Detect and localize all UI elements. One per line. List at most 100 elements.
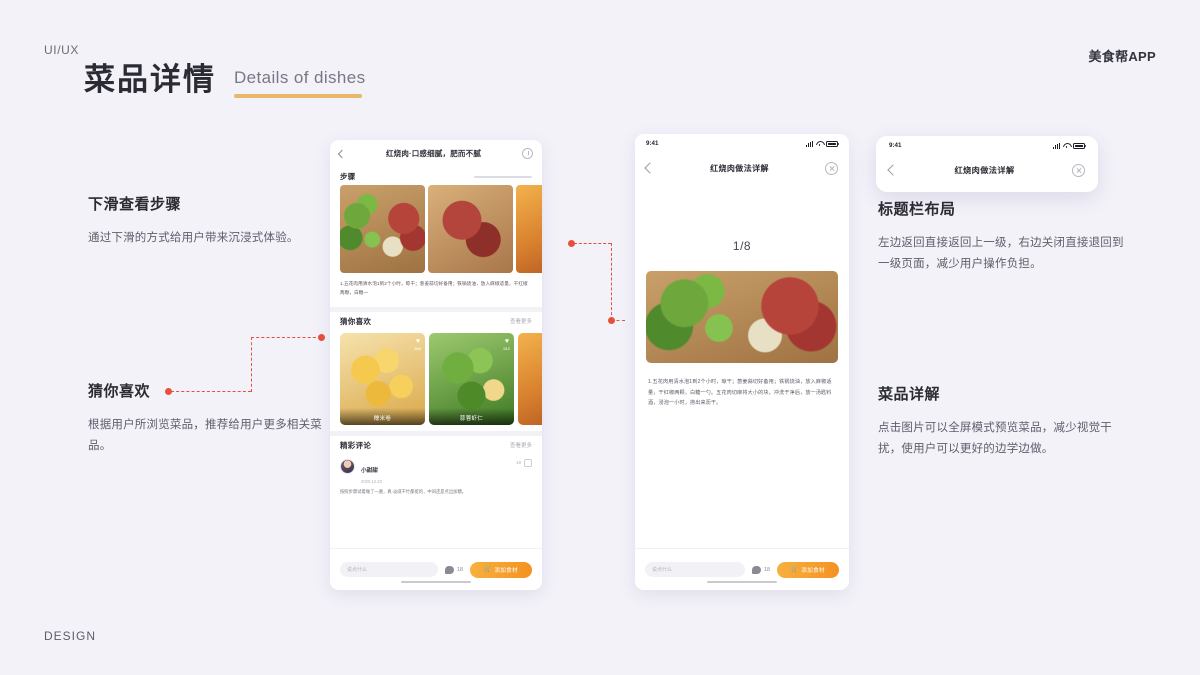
step-counter: 1/8 xyxy=(732,239,752,253)
phone-mockup-list: 红烧肉·口感细腻，肥而不腻 步骤 1.五花肉用清水泡1到2个小时，晾干；葱姜蒜切… xyxy=(330,140,542,590)
comment-count: 18 xyxy=(764,566,770,573)
titlebar-detail-card: 9:41 红烧肉做法详解 xyxy=(876,136,1098,192)
steps-section-title: 步骤 xyxy=(340,172,356,181)
detail-card-title: 红烧肉做法详解 xyxy=(954,166,1015,175)
annotation-scroll-steps: 下滑查看步骤 通过下滑的方式给用户带来沉浸式体验。 xyxy=(88,193,323,249)
step-photo-large[interactable] xyxy=(646,271,838,363)
likes-section-title: 猜你喜欢 xyxy=(340,316,372,326)
connector-dot-guess-end xyxy=(318,334,325,341)
avatar[interactable] xyxy=(340,458,355,474)
like-card-label: 蒜蓉虾仁 xyxy=(429,407,514,425)
page-title-cn: 菜品详情 xyxy=(84,62,216,97)
like-card-label: 糯米卷 xyxy=(340,407,425,425)
comment-body: 按照步骤试着做了一遍，真·淡咸干忙都挺的，中间还是点出加糖。 xyxy=(340,488,467,494)
annotation-heading: 菜品详解 xyxy=(878,386,941,403)
phone-mockup-detail: 9:41 红烧肉做法详解 1/8 1.五花肉用清水泡1到2个小时，晾干；葱姜蒜切… xyxy=(635,134,849,590)
add-ingredient-button[interactable]: 🛒 添加食材 xyxy=(777,561,839,578)
annotation-heading: 下滑查看步骤 xyxy=(88,196,182,213)
wifi-icon xyxy=(1063,143,1070,149)
annotation-body: 点击图片可以全屏模式预览菜品，减少视觉干扰，使用户可以更好的边学边做。 xyxy=(878,422,1112,456)
comment-count-group[interactable]: 18 xyxy=(752,565,770,574)
detail-card-status-bar: 9:41 xyxy=(876,136,1098,155)
comment-bubble-icon xyxy=(445,565,454,574)
phone1-comments-header: 精彩评论 查看更多 xyxy=(330,436,542,454)
annotation-body: 左边返回直接返回上一级，右边关闭直接退回到一级页面，减少用户操作负担。 xyxy=(878,237,1124,271)
comment-like-count: 18 xyxy=(516,460,521,466)
footer-label: DESIGN xyxy=(44,629,97,643)
battery-icon xyxy=(1073,142,1087,149)
page-title-en-wrap: Details of dishes xyxy=(234,68,366,98)
add-ingredient-label: 添加食材 xyxy=(494,567,518,574)
brand-label: 美食帮APP xyxy=(1088,49,1156,64)
like-card[interactable]: ♥ 866 糯米卷 xyxy=(340,332,425,425)
timer-icon[interactable] xyxy=(522,148,533,159)
connector-line-guess-v xyxy=(251,337,252,392)
status-indicators xyxy=(1052,142,1087,149)
thumbs-up-icon[interactable] xyxy=(524,458,532,467)
connector-dot-detail-end xyxy=(608,317,615,324)
comment-count: 18 xyxy=(457,566,463,573)
comments-section-title: 精彩评论 xyxy=(340,440,372,450)
comments-section-more[interactable]: 查看更多 xyxy=(510,441,532,449)
connector-line-detail-v xyxy=(611,243,612,320)
comment-input[interactable]: 说点什么 xyxy=(645,562,745,577)
connector-line-detail-h1 xyxy=(574,243,611,244)
phone1-nav-title: 红烧肉·口感细腻，肥而不腻 xyxy=(385,149,482,158)
step-photo[interactable] xyxy=(516,185,542,273)
heart-icon[interactable]: ♥ xyxy=(505,338,509,345)
signal-icon xyxy=(1052,142,1060,149)
phone1-navbar: 红烧肉·口感细腻，肥而不腻 xyxy=(330,140,542,167)
slide-canvas: UI/UX 美食帮APP 菜品详情 Details of dishes DESI… xyxy=(0,0,1200,675)
cart-icon: 🛒 xyxy=(484,566,492,573)
comment-user-block: 小甜甜 2020.12.22 xyxy=(361,459,382,484)
steps-photo-strip[interactable] xyxy=(330,185,542,273)
like-count: 866 xyxy=(414,345,421,351)
home-indicator xyxy=(707,580,777,583)
close-circle-icon[interactable] xyxy=(825,161,838,175)
annotation-heading: 标题栏布局 xyxy=(878,201,956,218)
battery-icon xyxy=(826,140,840,147)
connector-line-guess-h2 xyxy=(251,337,321,338)
step-photo[interactable] xyxy=(428,185,513,273)
likes-card-grid: ♥ 866 糯米卷 ♥ 512 蒜蓉虾仁 xyxy=(330,330,542,431)
comment-username: 小甜甜 xyxy=(361,467,378,474)
detail-card-navbar: 红烧肉做法详解 xyxy=(876,155,1098,185)
signal-icon xyxy=(805,140,813,147)
like-count: 512 xyxy=(503,345,510,351)
comment-date: 2020.12.22 xyxy=(361,478,382,484)
phone1-likes-header: 猜你喜欢 查看更多 xyxy=(330,312,542,330)
wifi-icon xyxy=(816,141,823,147)
comment-row: 小甜甜 2020.12.22 18 xyxy=(330,454,542,484)
phone2-nav-title: 红烧肉做法详解 xyxy=(710,163,769,173)
likes-section-more[interactable]: 查看更多 xyxy=(510,317,532,325)
title-underline xyxy=(234,93,362,98)
steps-progress-bar xyxy=(474,175,532,178)
comment-count-group[interactable]: 18 xyxy=(445,565,463,574)
connector-line-guess-h1 xyxy=(171,391,251,392)
add-ingredient-button[interactable]: 🛒 添加食材 xyxy=(470,561,532,578)
annotation-dish-detail: 菜品详解 点击图片可以全屏模式预览菜品，减少视觉干扰，使用户可以更好的边学边做。 xyxy=(878,383,1128,461)
status-indicators xyxy=(805,140,840,147)
phone2-status-bar: 9:41 xyxy=(635,134,849,153)
page-title: 菜品详情 Details of dishes xyxy=(84,62,366,98)
annotation-title-bar-layout: 标题栏布局 左边返回直接返回上一级，右边关闭直接退回到一级页面，减少用户操作负担… xyxy=(878,198,1128,276)
cart-icon: 🛒 xyxy=(791,566,799,573)
step-description: 1.五花肉用清水泡1到2个小时，晾干；葱姜蒜切好备用；铁锅烧油，放入麻椒适量，干… xyxy=(340,281,528,295)
heart-icon[interactable]: ♥ xyxy=(416,338,420,345)
like-card[interactable] xyxy=(518,332,542,425)
close-circle-icon[interactable] xyxy=(1072,163,1085,177)
kicker-label: UI/UX xyxy=(44,43,80,57)
comment-bubble-icon xyxy=(752,565,761,574)
add-ingredient-label: 添加食材 xyxy=(801,567,825,574)
comment-like-group[interactable]: 18 xyxy=(516,458,532,467)
page-title-en: Details of dishes xyxy=(234,67,366,87)
phone1-bottom-bar: 说点什么 18 🛒 添加食材 xyxy=(330,548,542,590)
annotation-body: 根据用户所浏览菜品，推荐给用户更多相关菜品。 xyxy=(88,419,322,453)
like-card[interactable]: ♥ 512 蒜蓉虾仁 xyxy=(429,332,514,425)
step-photo[interactable] xyxy=(340,185,425,273)
phone2-bottom-bar: 说点什么 18 🛒 添加食材 xyxy=(635,548,849,590)
phone1-steps-header: 步骤 xyxy=(330,167,542,185)
comment-input[interactable]: 说点什么 xyxy=(340,562,438,577)
status-time: 9:41 xyxy=(646,140,659,147)
status-time: 9:41 xyxy=(889,142,902,149)
